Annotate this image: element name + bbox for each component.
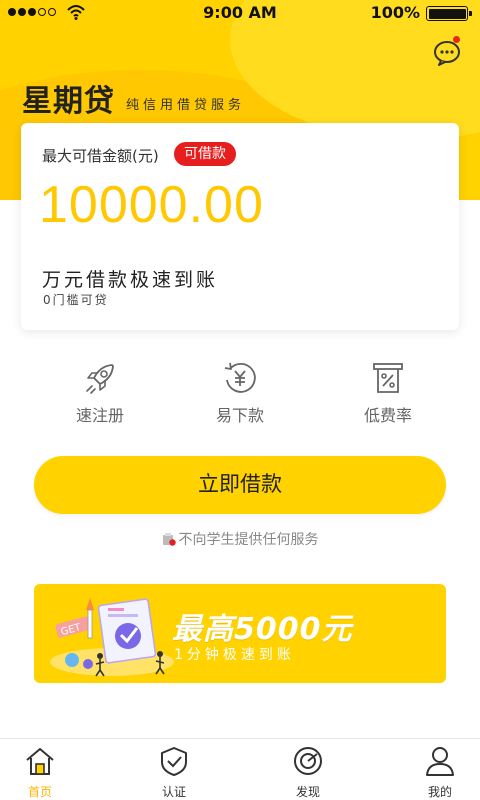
tab-label: 认证 bbox=[161, 785, 186, 799]
percent-receipt-icon bbox=[373, 363, 403, 393]
shield-check-icon bbox=[161, 747, 187, 776]
tab-label: 我的 bbox=[427, 785, 452, 799]
notice-text: 不向学生提供任何服务 bbox=[178, 532, 319, 548]
rocket-icon bbox=[86, 364, 114, 394]
feature-label: 易下款 bbox=[215, 406, 264, 425]
max-amount: 10000.00 bbox=[39, 176, 264, 234]
yuan-refresh-icon bbox=[224, 362, 256, 393]
home-screen: 9:00 AM 100% 星期贷 纯信用借贷服务 最大可借金额(元) 可借款 1… bbox=[0, 0, 480, 800]
fast-disbursement-text: 万元借款极速到账 bbox=[42, 269, 219, 291]
banner-subtitle: 1分钟极速到账 bbox=[174, 647, 295, 663]
loan-amount-card: 最大可借金额(元) 可借款 10000.00 万元借款极速到账 0门槛可贷 bbox=[21, 123, 459, 330]
tab-home[interactable]: 首页 bbox=[10, 745, 70, 800]
battery-icon bbox=[426, 6, 472, 21]
banner-title: 最高5000元 bbox=[172, 612, 353, 647]
tab-discover[interactable]: 发现 bbox=[278, 745, 338, 800]
unread-dot bbox=[453, 36, 460, 43]
borrow-now-button[interactable]: 立即借款 bbox=[34, 456, 446, 514]
compass-icon bbox=[294, 747, 322, 775]
tab-verify[interactable]: 认证 bbox=[144, 745, 204, 800]
status-bar: 9:00 AM 100% bbox=[0, 0, 480, 26]
bottom-tab-bar: 首页 认证 发现 我的 bbox=[0, 738, 480, 800]
zero-threshold-text: 0门槛可贷 bbox=[43, 293, 109, 307]
user-icon bbox=[426, 747, 454, 776]
app-logo-text: 星期贷 bbox=[22, 84, 115, 119]
brand-tagline: 纯信用借贷服务 bbox=[126, 98, 246, 113]
tab-mine[interactable]: 我的 bbox=[410, 745, 470, 800]
message-button[interactable] bbox=[432, 36, 462, 66]
loanable-badge: 可借款 bbox=[174, 142, 236, 166]
tab-label: 首页 bbox=[27, 785, 52, 799]
feature-low-rate: 低费率 bbox=[328, 360, 448, 426]
feature-label: 低费率 bbox=[363, 406, 412, 425]
battery-percent: 100% bbox=[370, 3, 420, 22]
amount-label: 最大可借金额(元) bbox=[42, 147, 159, 165]
home-icon bbox=[26, 748, 54, 775]
tab-label: 发现 bbox=[295, 785, 320, 799]
feature-easy-loan: 易下款 bbox=[180, 360, 300, 426]
promo-illustration: GET bbox=[50, 598, 174, 677]
promo-banner[interactable]: GET 最高5000元 1分钟极速到账 bbox=[34, 584, 446, 683]
feature-label: 速注册 bbox=[75, 406, 124, 425]
warning-badge-icon bbox=[162, 533, 176, 546]
student-notice: 不向学生提供任何服务 bbox=[0, 529, 480, 549]
feature-fast-register: 速注册 bbox=[40, 360, 160, 426]
